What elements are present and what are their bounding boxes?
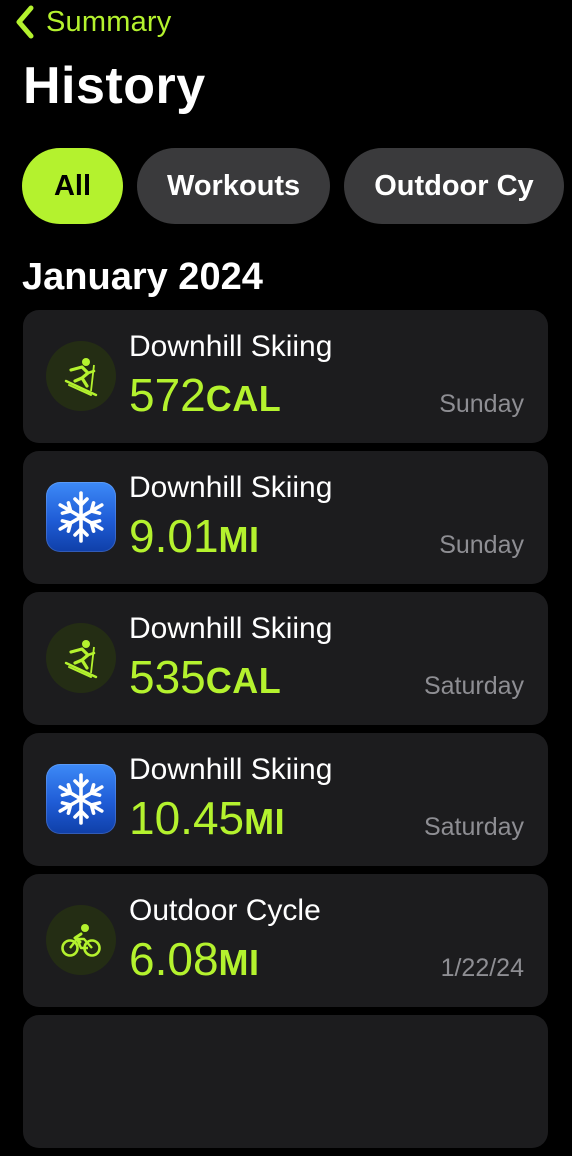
workout-name: Downhill Skiing <box>129 612 333 645</box>
workout-value: 9.01 <box>129 510 219 562</box>
workout-name: Downhill Skiing <box>129 471 333 504</box>
workout-unit: CAL <box>205 660 282 701</box>
chevron-left-icon <box>12 2 38 42</box>
workout-date: Sunday <box>439 390 524 418</box>
workout-metric: 572CAL <box>129 372 281 418</box>
filter-chips: All Workouts Outdoor Cy <box>22 148 564 224</box>
skier-icon <box>46 341 116 411</box>
workout-metric: 10.45MI <box>129 795 285 841</box>
workout-icon <box>46 764 116 834</box>
workout-unit: MI <box>218 942 260 983</box>
workout-name: Downhill Skiing <box>129 330 333 363</box>
workout-row[interactable]: Downhill Skiing 535CAL Saturday <box>23 592 548 725</box>
workout-value: 6.08 <box>129 933 219 985</box>
workout-row[interactable]: Downhill Skiing 9.01MI Sunday <box>23 451 548 584</box>
workout-icon <box>46 482 116 552</box>
snowflake-app-icon <box>46 482 116 552</box>
filter-chip-workouts[interactable]: Workouts <box>137 148 331 224</box>
workout-name: Downhill Skiing <box>129 753 333 786</box>
workout-value: 572 <box>129 369 206 421</box>
snowflake-app-icon <box>46 764 116 834</box>
cyclist-icon <box>46 905 116 975</box>
workout-row[interactable] <box>23 1015 548 1148</box>
workout-unit: MI <box>218 519 260 560</box>
workout-metric: 6.08MI <box>129 936 260 982</box>
section-title: January 2024 <box>22 256 263 298</box>
workout-date: 1/22/24 <box>440 954 524 982</box>
workout-name: Outdoor Cycle <box>129 894 321 927</box>
workout-row[interactable]: Downhill Skiing 572CAL Sunday <box>23 310 548 443</box>
workout-date: Sunday <box>439 531 524 559</box>
workout-unit: CAL <box>205 378 282 419</box>
workout-value: 10.45 <box>129 792 245 844</box>
page-title: History <box>23 57 206 115</box>
filter-chip-outdoor-cycle[interactable]: Outdoor Cy <box>344 148 564 224</box>
workout-date: Saturday <box>423 672 524 700</box>
back-to-summary-link[interactable]: Summary <box>12 2 171 42</box>
workout-value: 535 <box>129 651 206 703</box>
workout-list: Downhill Skiing 572CAL Sunday Downhill S… <box>23 310 548 1156</box>
workout-icon <box>46 341 116 411</box>
workout-row[interactable]: Outdoor Cycle 6.08MI 1/22/24 <box>23 874 548 1007</box>
skier-icon <box>46 623 116 693</box>
workout-icon <box>46 623 116 693</box>
workout-metric: 535CAL <box>129 654 281 700</box>
workout-row[interactable]: Downhill Skiing 10.45MI Saturday <box>23 733 548 866</box>
back-link-label: Summary <box>46 5 172 38</box>
workout-icon <box>46 905 116 975</box>
workout-date: Saturday <box>423 813 524 841</box>
workout-metric: 9.01MI <box>129 513 260 559</box>
workout-unit: MI <box>244 801 286 842</box>
filter-chip-all[interactable]: All <box>22 148 123 224</box>
